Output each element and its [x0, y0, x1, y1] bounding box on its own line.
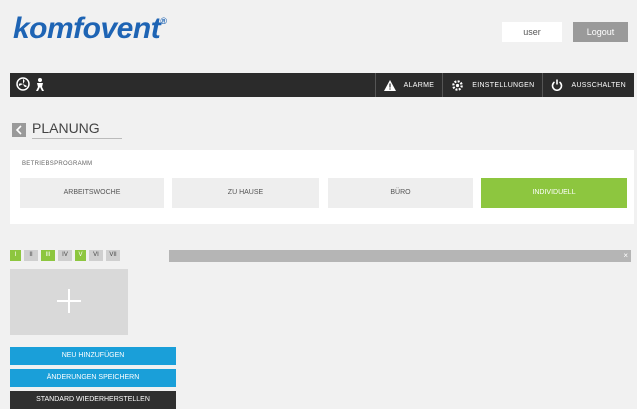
day-tab-6[interactable]: VI: [89, 250, 103, 261]
gear-icon: [452, 79, 464, 91]
person-icon[interactable]: [34, 77, 46, 96]
alarms-label: ALARME: [403, 81, 435, 89]
program-workweek-button[interactable]: ARBEITSWOCHE: [20, 178, 164, 208]
fan-icon[interactable]: [16, 77, 30, 96]
back-button[interactable]: [12, 123, 26, 137]
day-tab-7[interactable]: VII: [106, 250, 120, 261]
add-schedule-tile[interactable]: [10, 269, 128, 335]
settings-label: EINSTELLUNGEN: [472, 81, 535, 89]
program-panel: BETRIEBSPROGRAMM ARBEITSWOCHE ZU HAUSE B…: [10, 150, 634, 224]
power-off-label: AUSSCHALTEN: [571, 81, 626, 89]
restore-defaults-button[interactable]: STANDARD WIEDERHERSTELLEN: [10, 391, 176, 409]
day-tab-5[interactable]: V: [75, 250, 86, 261]
day-tab-2[interactable]: II: [24, 250, 38, 261]
power-off-button[interactable]: AUSSCHALTEN: [542, 73, 634, 97]
day-tab-4[interactable]: IV: [58, 250, 72, 261]
add-new-button[interactable]: NEU HINZUFÜGEN: [10, 347, 176, 365]
page-title: PLANUNG: [32, 120, 100, 136]
power-icon: [552, 79, 563, 91]
top-navigation-bar: ALARME EINSTELLUNGEN AUSSCHALTEN: [10, 73, 634, 97]
program-individual-button[interactable]: INDIVIDUELL: [481, 178, 627, 208]
program-label: BETRIEBSPROGRAMM: [22, 161, 93, 167]
warning-icon: [383, 79, 396, 91]
program-home-button[interactable]: ZU HAUSE: [172, 178, 319, 208]
komfovent-logo: komfovent®: [13, 12, 167, 45]
day-selector: I II III IV V VI VII: [10, 250, 120, 261]
program-office-button[interactable]: BÜRO: [328, 178, 473, 208]
close-icon[interactable]: ×: [623, 250, 628, 262]
save-changes-button[interactable]: ÄNDERUNGEN SPEICHERN: [10, 369, 176, 387]
day-schedule-bar[interactable]: ×: [169, 250, 631, 262]
user-label[interactable]: user: [502, 22, 562, 42]
alarms-button[interactable]: ALARME: [374, 73, 443, 97]
logout-button[interactable]: Logout: [573, 22, 628, 42]
day-tab-1[interactable]: I: [10, 250, 21, 261]
chevron-left-icon: [15, 125, 22, 135]
title-divider: [32, 138, 122, 139]
day-tab-3[interactable]: III: [41, 250, 55, 261]
settings-button[interactable]: EINSTELLUNGEN: [442, 73, 542, 97]
